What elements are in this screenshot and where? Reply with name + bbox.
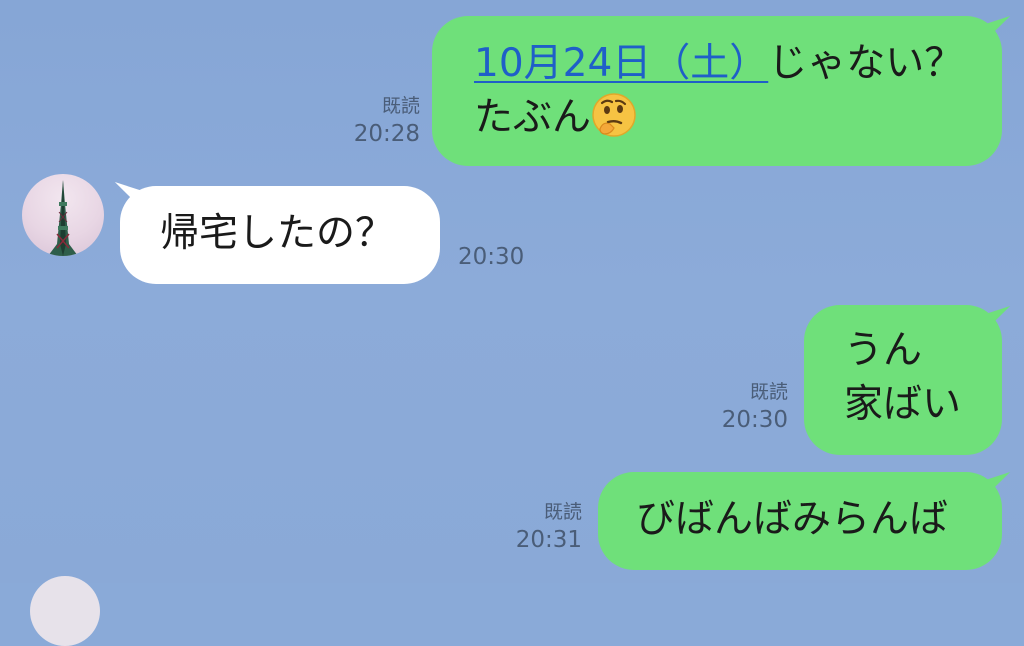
read-receipt: 既読 bbox=[749, 381, 788, 403]
bubble-tail bbox=[983, 16, 1015, 38]
read-receipt: 既読 bbox=[381, 95, 420, 117]
message-text: 帰宅したの？ bbox=[160, 211, 395, 256]
message-meta: 既読 20:31 bbox=[490, 498, 582, 554]
thinking-face-icon bbox=[592, 93, 636, 137]
message-line: 10月24日（土）じゃない？ bbox=[474, 40, 1002, 88]
message-text: たぶん bbox=[474, 95, 592, 140]
message-text: びばんばみらんば bbox=[636, 497, 949, 542]
message-time: 20:30 bbox=[458, 244, 525, 270]
bubble-tail bbox=[983, 472, 1015, 494]
tower-avatar-image bbox=[48, 180, 78, 256]
sent-message-bubble[interactable]: 10月24日（土）じゃない？ たぶん bbox=[432, 16, 1002, 166]
message-meta: 既読 20:30 bbox=[690, 378, 788, 434]
contact-avatar[interactable] bbox=[22, 174, 104, 256]
sent-message-bubble[interactable]: びばんばみらんば bbox=[598, 472, 1002, 570]
received-message-bubble[interactable]: 帰宅したの？ bbox=[120, 186, 440, 284]
message-time: 20:31 bbox=[515, 527, 582, 553]
bubble-tail bbox=[983, 306, 1015, 328]
chat-area[interactable]: 既読 20:28 10月24日（土）じゃない？ たぶん 帰宅したの？ 20:30… bbox=[0, 0, 1024, 646]
message-line: うん bbox=[844, 328, 923, 373]
contact-avatar-partial[interactable] bbox=[30, 576, 100, 646]
message-line: 家ばい bbox=[844, 382, 962, 427]
message-line: たぶん bbox=[474, 92, 1002, 142]
message-text: じゃない？ bbox=[768, 41, 964, 86]
read-receipt: 既読 bbox=[543, 501, 582, 523]
date-link[interactable]: 10月24日（土） bbox=[474, 41, 768, 86]
message-time: 20:28 bbox=[353, 121, 420, 147]
message-meta: 既読 20:28 bbox=[330, 92, 420, 148]
sent-message-bubble[interactable]: うん 家ばい bbox=[804, 305, 1002, 455]
message-time: 20:30 bbox=[721, 407, 788, 433]
